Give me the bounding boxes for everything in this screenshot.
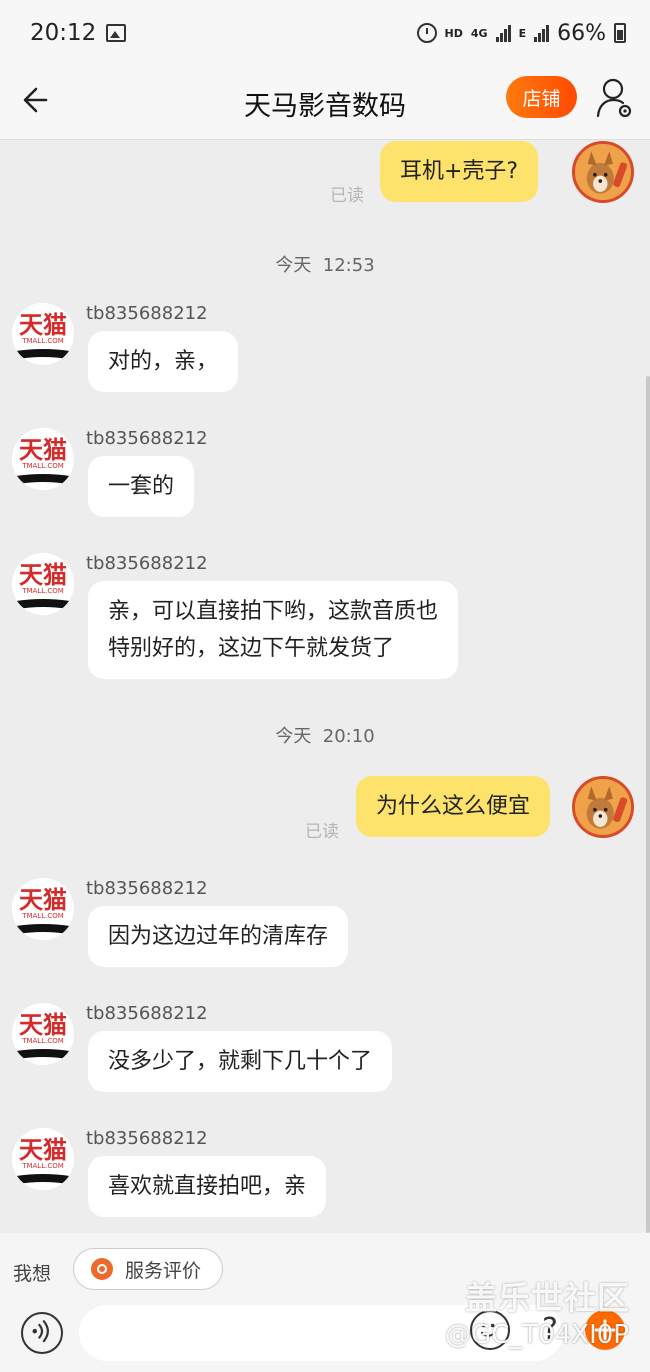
- chat-header: 天马影音数码 店铺: [0, 66, 650, 140]
- svg-text:TMALL.COM: TMALL.COM: [21, 337, 64, 345]
- rating-icon: [91, 1258, 113, 1280]
- quick-actions-bar: 我想 服务评价: [0, 1233, 650, 1305]
- message-line: 特别好的，这边下午就发货了: [108, 636, 395, 661]
- signal-icon-2: [534, 24, 550, 42]
- seller-avatar[interactable]: 天猫 TMALL.COM: [12, 428, 74, 490]
- incoming-message[interactable]: 对的，亲，: [88, 331, 239, 392]
- signal-icon: [495, 24, 511, 42]
- quick-label: 我想: [13, 1263, 52, 1285]
- service-rating-button[interactable]: 服务评价: [73, 1248, 223, 1290]
- tmall-logo-icon: 天猫 TMALL.COM: [12, 428, 74, 490]
- sender-name: tb835688212: [86, 303, 208, 324]
- sender-name: tb835688212: [86, 878, 208, 899]
- svg-text:TMALL.COM: TMALL.COM: [21, 587, 64, 595]
- tmall-logo-icon: 天猫 TMALL.COM: [12, 878, 74, 940]
- battery-percent: 66%: [557, 20, 606, 46]
- svg-text:TMALL.COM: TMALL.COM: [21, 1162, 64, 1170]
- time-divider: 今天 12:53: [275, 255, 375, 276]
- incoming-message[interactable]: 亲，可以直接拍下哟，这款音质也 特别好的，这边下午就发货了: [88, 581, 459, 679]
- user-settings-icon: [596, 78, 632, 118]
- tmall-logo-icon: 天猫 TMALL.COM: [12, 553, 74, 615]
- incoming-message[interactable]: 因为这边过年的清库存: [88, 906, 349, 967]
- tmall-logo-icon: 天猫 TMALL.COM: [12, 1128, 74, 1190]
- outgoing-message[interactable]: 为什么这么便宜: [356, 776, 551, 837]
- outgoing-message[interactable]: 耳机+壳子?: [380, 141, 539, 202]
- back-arrow-icon: [23, 87, 48, 113]
- status-time: 20:12: [30, 20, 97, 46]
- svg-text:天猫: 天猫: [19, 886, 67, 914]
- voice-button[interactable]: [21, 1312, 63, 1354]
- gallery-notification-icon: [106, 24, 127, 42]
- service-rating-label: 服务评价: [125, 1259, 202, 1282]
- svg-text:天猫: 天猫: [19, 561, 67, 589]
- store-button[interactable]: 店铺: [506, 76, 577, 118]
- seller-avatar[interactable]: 天猫 TMALL.COM: [12, 1003, 74, 1065]
- seller-avatar[interactable]: 天猫 TMALL.COM: [12, 1128, 74, 1190]
- message-line: 亲，可以直接拍下哟，这款音质也: [108, 599, 439, 624]
- svg-text:TMALL.COM: TMALL.COM: [21, 462, 64, 470]
- alarm-icon: [416, 23, 437, 43]
- scrollbar[interactable]: [646, 376, 650, 1233]
- emoji-button[interactable]: [470, 1310, 510, 1350]
- message-list[interactable]: 已读 耳机+壳子? 今天 12:53 天猫 TMALL.COM tb835688…: [0, 141, 650, 1233]
- svg-text:天猫: 天猫: [19, 1136, 67, 1164]
- network-type: 4G: [470, 26, 488, 40]
- read-receipt: 已读: [305, 822, 339, 842]
- svg-text:天猫: 天猫: [19, 436, 67, 464]
- emoji-icon: [481, 1323, 496, 1337]
- tmall-logo-icon: 天猫 TMALL.COM: [12, 303, 74, 365]
- status-indicators: HD 4G E 66%: [416, 20, 626, 46]
- user-avatar[interactable]: [572, 141, 634, 203]
- plus-icon: [594, 1319, 616, 1341]
- svg-text:TMALL.COM: TMALL.COM: [21, 1037, 64, 1045]
- seller-avatar[interactable]: 天猫 TMALL.COM: [12, 878, 74, 940]
- voice-icon: [32, 1320, 49, 1343]
- incoming-message[interactable]: 一套的: [88, 456, 195, 517]
- help-button[interactable]: ?: [530, 1310, 570, 1350]
- incoming-message[interactable]: 没多少了，就剩下几十个了: [88, 1031, 393, 1092]
- network-type-2: E: [518, 26, 527, 40]
- seller-avatar[interactable]: 天猫 TMALL.COM: [12, 303, 74, 365]
- svg-text:天猫: 天猫: [19, 311, 67, 339]
- back-button[interactable]: [20, 80, 60, 120]
- tmall-logo-icon: 天猫 TMALL.COM: [12, 1003, 74, 1065]
- sender-name: tb835688212: [86, 1003, 208, 1024]
- sender-name: tb835688212: [86, 553, 208, 574]
- svg-text:天猫: 天猫: [19, 1011, 67, 1039]
- dog-avatar-icon: [575, 144, 631, 200]
- read-receipt: 已读: [330, 186, 364, 206]
- user-avatar[interactable]: [572, 776, 634, 838]
- more-button[interactable]: [585, 1310, 625, 1350]
- sender-name: tb835688212: [86, 428, 208, 449]
- time-divider: 今天 20:10: [275, 726, 375, 747]
- input-bar: ?: [0, 1305, 650, 1372]
- dog-avatar-icon: [575, 779, 631, 835]
- svg-text:TMALL.COM: TMALL.COM: [21, 912, 64, 920]
- sender-name: tb835688212: [86, 1128, 208, 1149]
- incoming-message[interactable]: 喜欢就直接拍吧，亲: [88, 1156, 327, 1217]
- user-settings-button[interactable]: [595, 76, 635, 120]
- battery-icon: [614, 23, 626, 43]
- seller-avatar[interactable]: 天猫 TMALL.COM: [12, 553, 74, 615]
- hd-indicator: HD: [444, 26, 463, 40]
- status-bar: 20:12 HD 4G E 66%: [0, 0, 650, 66]
